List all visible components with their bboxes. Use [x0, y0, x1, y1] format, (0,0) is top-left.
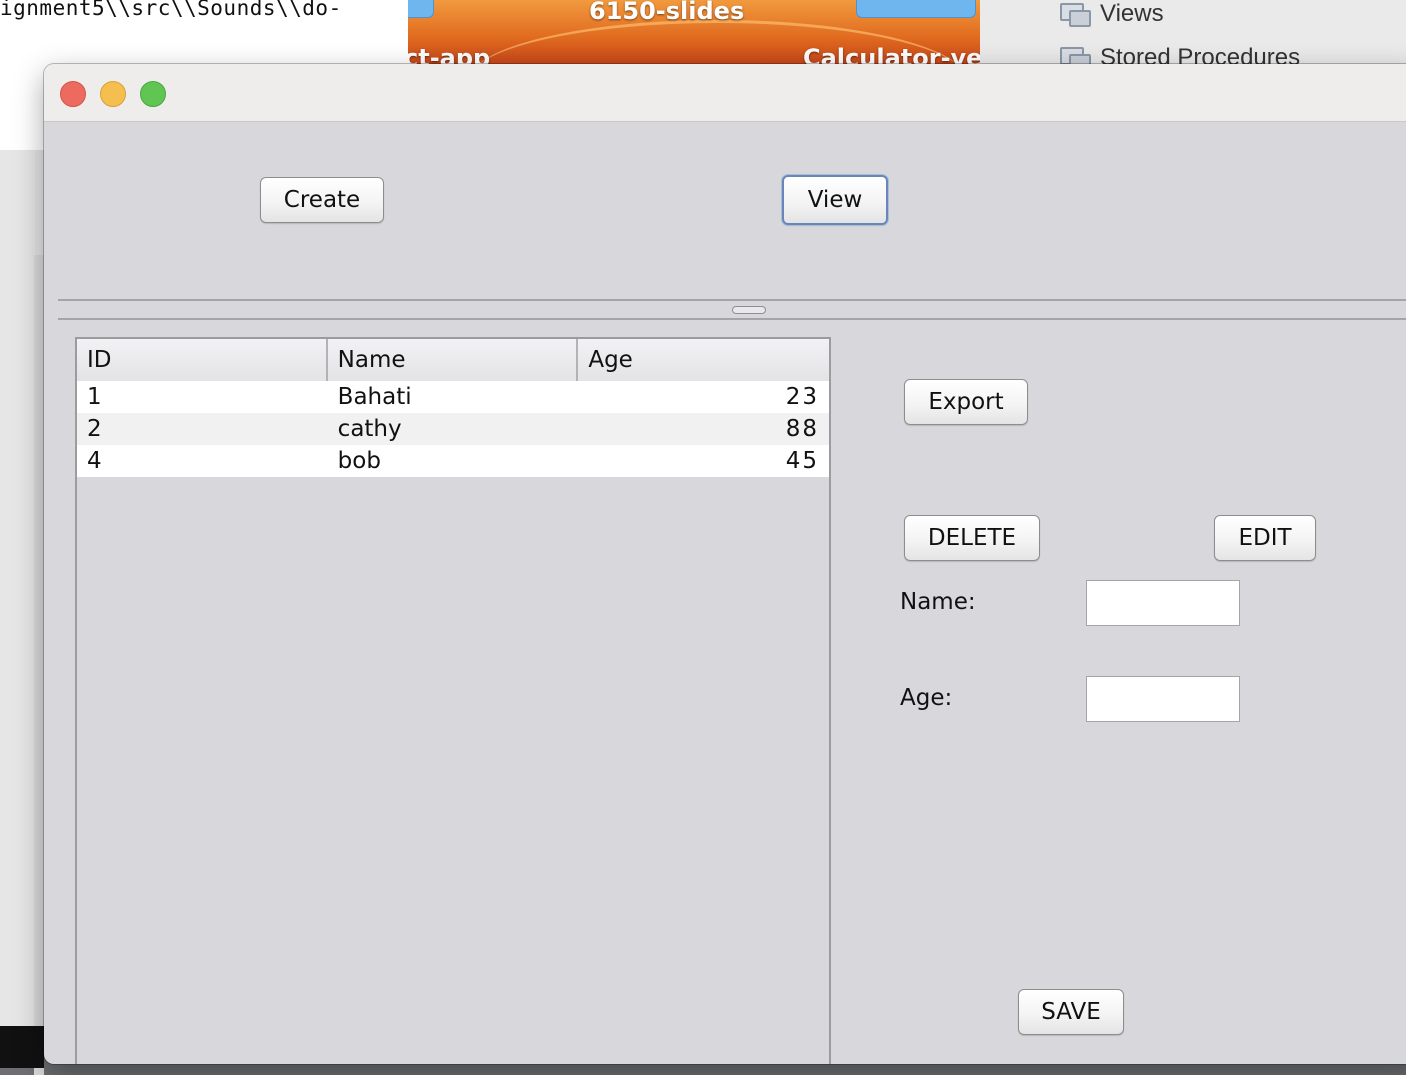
- records-table[interactable]: ID Name Age 1 Bahati 23 2 cathy 88 4 bob…: [75, 337, 831, 1064]
- background-window-edge: [0, 150, 44, 1075]
- maximize-window-button[interactable]: [140, 81, 166, 107]
- background-database-browser: Views Stored Procedures: [980, 0, 1406, 71]
- desktop-folder-label[interactable]: 6150-slides: [589, 0, 744, 25]
- cell-age[interactable]: 45: [578, 445, 829, 477]
- sidebar-item-label: Views: [1100, 0, 1164, 27]
- terminal-path-text: ignment5\\src\\Sounds\\do-: [0, 0, 342, 20]
- cell-name[interactable]: cathy: [328, 413, 579, 445]
- cell-name[interactable]: Bahati: [328, 381, 579, 413]
- cell-age[interactable]: 23: [578, 381, 829, 413]
- cell-id[interactable]: 1: [77, 381, 328, 413]
- age-field[interactable]: [1086, 676, 1240, 722]
- view-button[interactable]: View: [782, 175, 888, 225]
- table-row[interactable]: 4 bob 45: [77, 445, 829, 477]
- column-header-id[interactable]: ID: [77, 339, 328, 381]
- edit-button[interactable]: EDIT: [1214, 515, 1316, 561]
- table-header: ID Name Age: [77, 339, 829, 383]
- folder-icon[interactable]: [408, 0, 434, 18]
- table-row[interactable]: 2 cathy 88: [77, 413, 829, 445]
- name-field[interactable]: [1086, 580, 1240, 626]
- table-row[interactable]: 1 Bahati 23: [77, 381, 829, 413]
- cell-name[interactable]: bob: [328, 445, 579, 477]
- cell-id[interactable]: 4: [77, 445, 328, 477]
- save-button[interactable]: SAVE: [1018, 989, 1124, 1035]
- age-label: Age:: [900, 685, 953, 711]
- close-window-button[interactable]: [60, 81, 86, 107]
- cell-id[interactable]: 2: [77, 413, 328, 445]
- minimize-window-button[interactable]: [100, 81, 126, 107]
- title-bar[interactable]: [44, 64, 1406, 122]
- background-dock-edge: [0, 1026, 44, 1068]
- column-header-age[interactable]: Age: [578, 339, 829, 381]
- column-header-name[interactable]: Name: [328, 339, 579, 381]
- sidebar-item-views[interactable]: Views: [1060, 0, 1164, 28]
- cell-age[interactable]: 88: [578, 413, 829, 445]
- table-body: 1 Bahati 23 2 cathy 88 4 bob 45: [77, 381, 829, 477]
- background-desktop: 6150-slides ct-app Calculator-ver:: [408, 0, 980, 64]
- folder-icon[interactable]: [856, 0, 976, 18]
- database-view-icon: [1060, 3, 1091, 27]
- split-pane-divider-top: [58, 299, 1406, 301]
- split-pane-divider-bottom: [58, 318, 1406, 320]
- create-button[interactable]: Create: [260, 177, 384, 223]
- name-label: Name:: [900, 589, 976, 615]
- app-window: Create View ID Name Age 1 Bahati 23 2 ca…: [44, 64, 1406, 1064]
- desktop-folder-label[interactable]: ct-app: [408, 44, 490, 64]
- split-pane-grip-icon[interactable]: [732, 306, 766, 314]
- delete-button[interactable]: DELETE: [904, 515, 1040, 561]
- desktop-folder-label[interactable]: Calculator-ver:: [803, 44, 980, 64]
- export-button[interactable]: Export: [904, 379, 1028, 425]
